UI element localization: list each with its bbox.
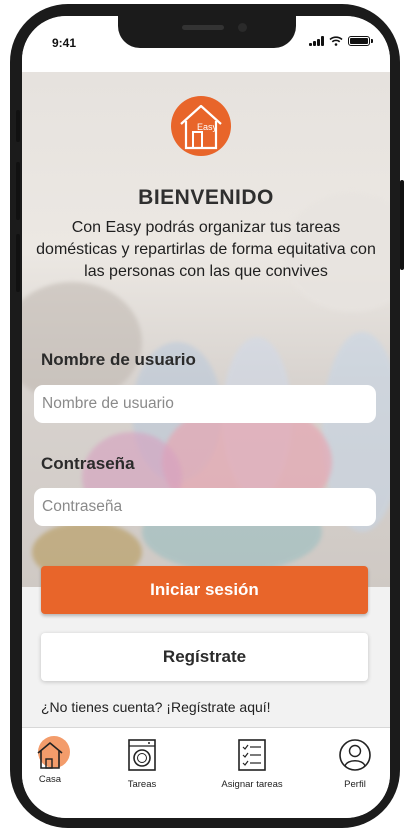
power-button: [400, 180, 404, 270]
password-label: Contraseña: [41, 454, 135, 473]
tab-tareas[interactable]: Tareas: [102, 738, 182, 790]
mute-switch: [16, 110, 20, 142]
notch: [118, 16, 296, 48]
logo-text: Easy: [197, 122, 218, 132]
register-link[interactable]: ¿No tienes cuenta? ¡Regístrate aquí!: [41, 699, 271, 715]
volume-up-button: [16, 162, 20, 220]
battery-icon: [348, 36, 373, 46]
wifi-icon: [329, 36, 343, 46]
tab-label-perfil: Perfil: [344, 779, 366, 790]
user-icon: [339, 739, 371, 771]
status-time: 9:41: [52, 36, 77, 50]
easy-logo: Easy: [171, 96, 231, 156]
intro-text: Con Easy podrás organizar tus tareas dom…: [36, 219, 376, 280]
speaker: [182, 25, 224, 30]
login-button[interactable]: Iniciar sesión: [41, 566, 368, 614]
tab-label-casa: Casa: [38, 774, 62, 785]
tab-label-tareas: Tareas: [127, 779, 157, 790]
tab-perfil[interactable]: Perfil: [315, 738, 390, 790]
front-camera: [238, 23, 247, 32]
screen: 9:41 Easy BIENVENIDO Con Easy podrás org…: [22, 16, 390, 818]
login-content: Easy BIENVENIDO Con Easy podrás organiza…: [22, 72, 390, 722]
username-input[interactable]: [34, 385, 376, 423]
password-input[interactable]: [34, 488, 376, 526]
tab-asignar-tareas[interactable]: Asignar tareas: [212, 738, 292, 790]
status-icons: [309, 36, 373, 46]
register-button[interactable]: Regístrate: [41, 633, 368, 681]
tab-label-asignar-tareas: Asignar tareas: [221, 779, 283, 790]
checklist-icon: [238, 739, 266, 771]
signal-icon: [309, 36, 324, 46]
page-title: BIENVENIDO: [138, 186, 274, 209]
washing-machine-icon: [128, 739, 156, 771]
house-icon: [33, 736, 70, 772]
volume-down-button: [16, 234, 20, 292]
username-label: Nombre de usuario: [41, 350, 196, 369]
tab-casa[interactable]: Casa: [22, 736, 90, 785]
bottom-tab-bar: Casa Tareas Asignar tareas Perfil: [22, 727, 390, 818]
